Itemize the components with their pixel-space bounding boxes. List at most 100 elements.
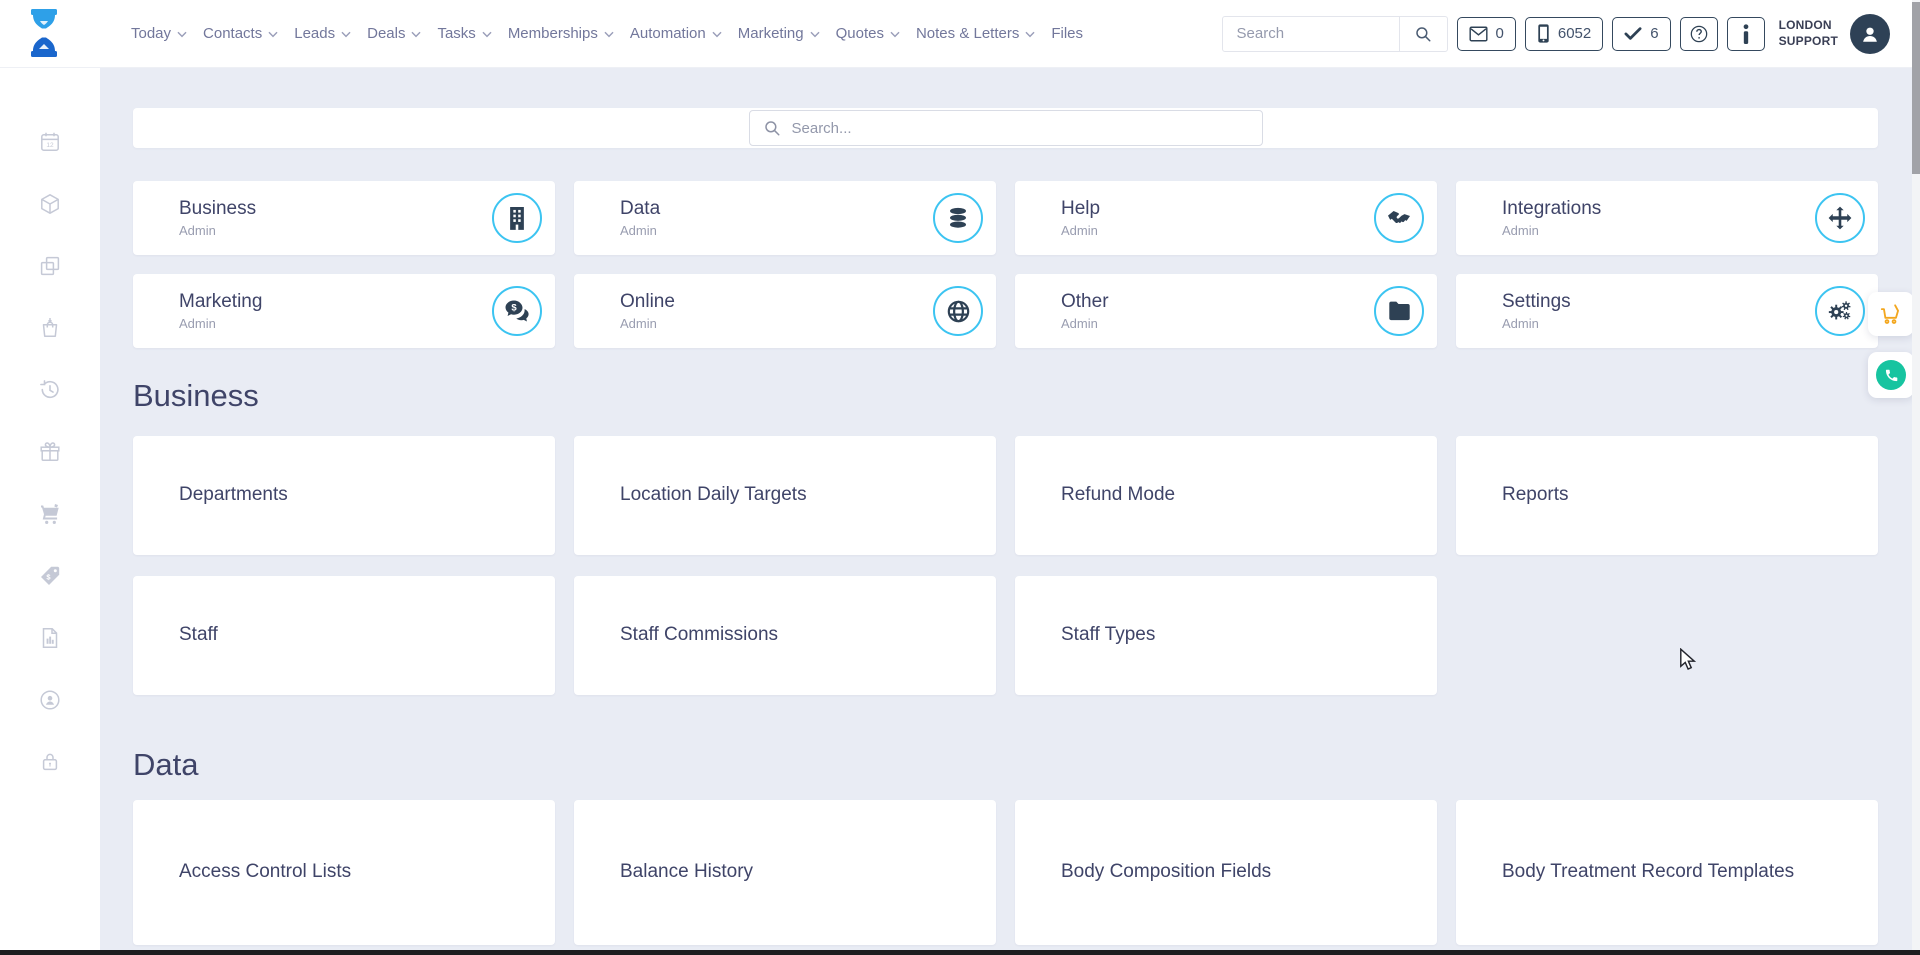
category-card-data[interactable]: Data Admin <box>574 181 996 255</box>
bag-in-icon <box>38 316 62 340</box>
header-question-button[interactable] <box>1679 16 1718 51</box>
header-search-input[interactable] <box>1222 16 1399 51</box>
nav-item-contacts[interactable]: Contacts <box>203 25 278 42</box>
category-subtitle: Admin <box>1061 223 1098 238</box>
sidebar-item-gift[interactable] <box>38 440 62 464</box>
handshake-icon <box>1386 206 1412 230</box>
search-button[interactable] <box>1398 16 1447 51</box>
header-mobile-button[interactable]: 6052 <box>1524 16 1604 51</box>
sidebar-item-user-circle[interactable] <box>38 688 62 712</box>
search-icon <box>763 119 781 137</box>
module-search-input[interactable] <box>789 118 1249 138</box>
sidebar-item-cart-filled[interactable] <box>38 502 62 526</box>
mobile-icon <box>1537 24 1550 43</box>
module-card-body-treatment-record-templates[interactable]: Body Treatment Record Templates <box>1456 800 1878 945</box>
category-title: Settings <box>1502 291 1571 312</box>
category-icon-ring <box>1374 286 1424 336</box>
floating-chat-button[interactable] <box>1868 352 1914 398</box>
category-icon-ring: $ <box>492 286 542 336</box>
header-info-button[interactable] <box>1726 16 1765 51</box>
category-card-online[interactable]: Online Admin <box>574 274 996 348</box>
category-card-other[interactable]: Other Admin <box>1015 274 1437 348</box>
sidebar-item-report[interactable] <box>38 626 62 650</box>
nav-item-memberships[interactable]: Memberships <box>508 25 614 42</box>
sidebar-item-calendar[interactable]: 12 <box>38 130 62 154</box>
category-card-integrations[interactable]: Integrations Admin <box>1456 181 1878 255</box>
page-scrollbar[interactable] <box>1912 0 1920 955</box>
module-card-location-daily-targets[interactable]: Location Daily Targets <box>574 436 996 555</box>
copy-icon <box>38 254 62 278</box>
gift-icon <box>38 440 62 464</box>
globe-icon <box>946 299 971 324</box>
category-title: Online <box>620 291 675 312</box>
category-card-help[interactable]: Help Admin <box>1015 181 1437 255</box>
module-card-reports[interactable]: Reports <box>1456 436 1878 555</box>
cart-filled-icon <box>38 502 62 526</box>
check-icon <box>1624 26 1642 41</box>
main-nav: Today Contacts Leads Deals Tasks Memberships A… <box>131 0 1083 67</box>
floating-cart-button[interactable] <box>1868 292 1914 336</box>
question-icon <box>1689 24 1709 44</box>
category-card-marketing[interactable]: Marketing Admin $ <box>133 274 555 348</box>
module-card-staff-types[interactable]: Staff Types <box>1015 576 1437 695</box>
nav-item-leads[interactable]: Leads <box>294 25 351 42</box>
user-circle-icon <box>38 688 62 712</box>
nav-item-tasks[interactable]: Tasks <box>437 25 492 42</box>
price-tag-icon: $ <box>38 564 62 588</box>
top-bar: Today Contacts Leads Deals Tasks Memberships A… <box>0 0 1920 68</box>
bottom-edge-bar <box>0 950 1920 955</box>
scrollbar-thumb[interactable] <box>1912 2 1920 174</box>
module-card-departments[interactable]: Departments <box>133 436 555 555</box>
sidebar-item-bag-in[interactable] <box>38 316 62 340</box>
search-icon <box>1414 25 1432 43</box>
badge-count: 6 <box>1650 25 1659 42</box>
nav-item-notes-letters[interactable]: Notes & Letters <box>916 25 1035 42</box>
category-icon-ring <box>933 286 983 336</box>
badge-count: 6052 <box>1557 25 1592 42</box>
module-card-access-control-lists[interactable]: Access Control Lists <box>133 800 555 945</box>
comments-dollar-icon: $ <box>504 299 530 323</box>
category-icon-ring <box>1815 193 1865 243</box>
category-title: Data <box>620 198 661 219</box>
section-grid: Access Control Lists Balance History Body … <box>133 800 1878 945</box>
category-title: Business <box>179 198 257 219</box>
sidebar-item-price-tag[interactable]: $ <box>38 564 62 588</box>
nav-item-marketing[interactable]: Marketing <box>738 25 820 42</box>
category-icon-ring <box>492 193 542 243</box>
nav-item-label: Files <box>1051 25 1084 42</box>
module-card-staff[interactable]: Staff <box>133 576 555 695</box>
category-card-business[interactable]: Business Admin <box>133 181 555 255</box>
nav-item-label: Automation <box>629 25 706 42</box>
sidebar-item-history[interactable] <box>38 378 62 402</box>
nav-item-files[interactable]: Files <box>1051 25 1083 42</box>
header-envelope-button[interactable]: 0 <box>1456 16 1516 51</box>
nav-item-label: Quotes <box>835 25 884 42</box>
category-title: Marketing <box>179 291 263 312</box>
sidebar-item-cube[interactable] <box>38 192 62 216</box>
module-card-title: Location Daily Targets <box>620 484 807 506</box>
category-card-settings[interactable]: Settings Admin <box>1456 274 1878 348</box>
module-card-body-composition-fields[interactable]: Body Composition Fields <box>1015 800 1437 945</box>
sidebar-item-copy[interactable] <box>38 254 62 278</box>
header-right: 0 6052 6 LONDON SUPPORT <box>1221 0 1890 67</box>
module-card-balance-history[interactable]: Balance History <box>574 800 996 945</box>
header-check-button[interactable]: 6 <box>1612 16 1671 51</box>
sidebar-item-lock[interactable] <box>38 750 62 774</box>
nav-item-label: Leads <box>294 25 336 42</box>
header-search <box>1221 15 1448 52</box>
nav-item-quotes[interactable]: Quotes <box>836 25 900 42</box>
user-avatar[interactable] <box>1850 13 1890 54</box>
section-title: Data <box>133 747 199 782</box>
nav-item-today[interactable]: Today <box>131 25 187 42</box>
chevron-down-icon <box>712 31 722 38</box>
category-icon-ring <box>1374 193 1424 243</box>
nav-item-automation[interactable]: Automation <box>630 25 722 42</box>
hourglass-logo[interactable] <box>25 9 63 57</box>
nav-item-deals[interactable]: Deals <box>367 25 422 42</box>
nav-item-label: Deals <box>367 25 406 42</box>
module-card-staff-commissions[interactable]: Staff Commissions <box>574 576 996 695</box>
nav-item-label: Contacts <box>203 25 263 42</box>
module-card-title: Access Control Lists <box>179 861 352 883</box>
module-card-refund-mode[interactable]: Refund Mode <box>1015 436 1437 555</box>
module-search <box>748 110 1263 146</box>
